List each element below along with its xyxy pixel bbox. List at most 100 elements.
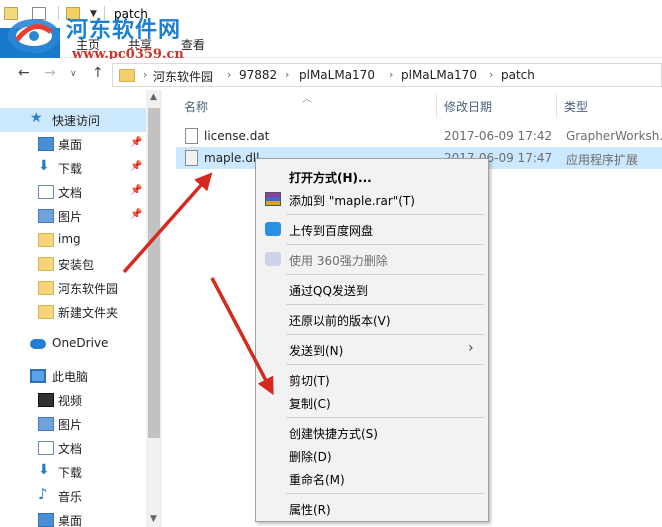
sidebar-item-install-packages[interactable]: 安装包: [0, 252, 146, 276]
menu-item-send-to[interactable]: 发送到(N) ›: [256, 338, 488, 360]
file-row[interactable]: license.dat 2017-06-09 17:42 GrapherWork…: [176, 125, 662, 147]
breadcrumb-item[interactable]: 河东软件园: [153, 68, 213, 85]
sidebar-scrollbar[interactable]: ▲ ▼: [146, 90, 162, 527]
sidebar-item-label: 快速访问: [52, 114, 101, 128]
sidebar-item-new-folder[interactable]: 新建文件夹: [0, 300, 146, 324]
column-header-type[interactable]: 类型: [564, 98, 588, 115]
pin-icon[interactable]: 📌: [130, 161, 142, 172]
sidebar-item-documents[interactable]: 文档 📌: [0, 180, 146, 204]
column-divider[interactable]: [556, 94, 557, 118]
chevron-right-icon[interactable]: ›: [489, 68, 493, 81]
download-icon: ⬇: [38, 462, 50, 478]
address-bar[interactable]: › 河东软件园 › 97882 › plMaLMa170 › plMaLMa17…: [112, 63, 662, 87]
breadcrumb-item[interactable]: plMaLMa170: [401, 68, 477, 82]
sidebar-item-label: 下载: [58, 162, 83, 176]
folder-icon: [38, 257, 54, 271]
sidebar-item-quick-access[interactable]: ★ 快速访问: [0, 108, 146, 132]
sidebar-item-label: 文档: [58, 186, 83, 200]
menu-item-360-force-delete[interactable]: 使用 360强力删除: [256, 248, 488, 270]
forward-arrow-icon[interactable]: →: [44, 65, 56, 81]
menu-item-restore-previous[interactable]: 还原以前的版本(V): [256, 308, 488, 330]
menu-separator: [286, 417, 484, 418]
menu-separator: [286, 304, 484, 305]
breadcrumb-item[interactable]: plMaLMa170: [299, 68, 375, 82]
file-name: maple.dll: [204, 151, 260, 165]
sidebar-item-label: 图片: [58, 418, 83, 432]
menu-item-label: 剪切(T): [289, 374, 330, 388]
sidebar-item-documents-pc[interactable]: 文档: [0, 436, 146, 460]
column-header-name[interactable]: 名称: [184, 98, 208, 115]
up-arrow-icon[interactable]: ↑: [92, 65, 104, 81]
pin-icon[interactable]: 📌: [130, 185, 142, 196]
menu-item-copy[interactable]: 复制(C): [256, 391, 488, 413]
menu-item-add-to-rar[interactable]: 添加到 "maple.rar"(T): [256, 188, 488, 210]
sidebar-item-music[interactable]: ♪ 音乐: [0, 484, 146, 508]
sidebar-item-desktop[interactable]: 桌面 📌: [0, 132, 146, 156]
sidebar-item-label: OneDrive: [52, 336, 109, 350]
music-icon: ♪: [38, 485, 48, 503]
menu-item-upload-baidu[interactable]: 上传到百度网盘: [256, 218, 488, 240]
breadcrumb-item[interactable]: 97882: [239, 68, 277, 82]
sidebar-item-desktop-pc[interactable]: 桌面: [0, 508, 146, 527]
breadcrumb-item[interactable]: patch: [501, 68, 535, 82]
chevron-right-icon[interactable]: ›: [389, 68, 393, 81]
menu-item-label: 发送到(N): [289, 344, 344, 358]
column-divider[interactable]: [436, 94, 437, 118]
menu-item-label: 上传到百度网盘: [289, 224, 374, 238]
menu-item-send-qq[interactable]: 通过QQ发送到: [256, 278, 488, 300]
chevron-right-icon[interactable]: ›: [227, 68, 231, 81]
document-icon: [38, 185, 54, 199]
sidebar-item-downloads[interactable]: ⬇ 下载 📌: [0, 156, 146, 180]
sidebar-item-label: 视频: [58, 394, 83, 408]
menu-separator: [286, 364, 484, 365]
scroll-up-icon[interactable]: ▲: [150, 92, 157, 102]
tab-view[interactable]: 查看: [181, 36, 205, 53]
sidebar-item-hedong[interactable]: 河东软件园: [0, 276, 146, 300]
sidebar-item-pictures[interactable]: 图片 📌: [0, 204, 146, 228]
file-type: GrapherWorksh...: [566, 129, 662, 143]
column-header-date[interactable]: 修改日期: [444, 98, 492, 115]
menu-item-create-shortcut[interactable]: 创建快捷方式(S): [256, 421, 488, 443]
menu-item-label: 属性(R): [289, 503, 331, 517]
menu-item-open-with[interactable]: 打开方式(H)...: [256, 165, 488, 187]
360-shield-icon: [265, 252, 281, 266]
file-name: license.dat: [204, 129, 270, 143]
menu-item-properties[interactable]: 属性(R): [256, 497, 488, 519]
document-icon: [38, 441, 54, 455]
sidebar-item-label: 文档: [58, 442, 83, 456]
menu-item-label: 创建快捷方式(S): [289, 427, 378, 441]
winrar-icon: [265, 192, 281, 206]
computer-icon: [30, 369, 46, 383]
recent-chevron-icon[interactable]: ∨: [70, 69, 77, 79]
menu-item-rename[interactable]: 重命名(M): [256, 467, 488, 489]
folder-icon: [38, 281, 54, 295]
pin-icon[interactable]: 📌: [130, 137, 142, 148]
sidebar-item-img[interactable]: img: [0, 228, 146, 252]
scrollbar-thumb[interactable]: [148, 108, 160, 438]
sidebar-item-onedrive[interactable]: OneDrive: [0, 332, 146, 356]
menu-item-cut[interactable]: 剪切(T): [256, 368, 488, 390]
sidebar-item-this-pc[interactable]: 此电脑: [0, 364, 146, 388]
menu-item-delete[interactable]: 删除(D): [256, 444, 488, 466]
pin-icon[interactable]: 📌: [130, 209, 142, 220]
back-arrow-icon[interactable]: ←: [18, 65, 30, 81]
menu-separator: [286, 244, 484, 245]
sidebar-item-label: 桌面: [58, 514, 83, 527]
sidebar-item-videos[interactable]: 视频: [0, 388, 146, 412]
file-date: 2017-06-09 17:42: [444, 129, 553, 143]
folder-icon: [119, 69, 135, 82]
watermark-logo: [8, 19, 60, 53]
context-menu: 打开方式(H)... 添加到 "maple.rar"(T) 上传到百度网盘 使用…: [255, 158, 489, 522]
chevron-right-icon[interactable]: ›: [285, 68, 289, 81]
menu-item-label: 打开方式(H)...: [289, 171, 372, 185]
menu-separator: [286, 274, 484, 275]
sidebar-item-pictures-pc[interactable]: 图片: [0, 412, 146, 436]
sidebar-item-label: 图片: [58, 210, 83, 224]
sidebar-item-label: 新建文件夹: [58, 306, 119, 320]
chevron-right-icon[interactable]: ›: [143, 68, 147, 81]
sidebar-item-label: 下载: [58, 466, 83, 480]
sidebar-item-downloads-pc[interactable]: ⬇ 下载: [0, 460, 146, 484]
menu-item-label: 通过QQ发送到: [289, 284, 368, 298]
cloud-icon: [30, 339, 46, 349]
scroll-down-icon[interactable]: ▼: [150, 514, 157, 524]
